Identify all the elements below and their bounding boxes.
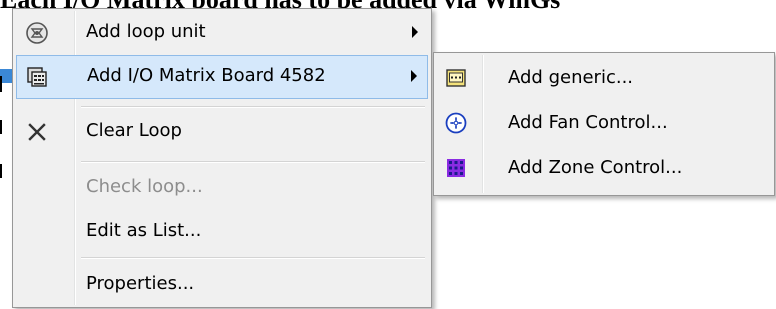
menu-item-edit-as-list[interactable]: Edit as List... bbox=[16, 210, 428, 254]
io-matrix-board-icon bbox=[25, 65, 51, 91]
menu-item-add-io-matrix-board[interactable]: Add I/O Matrix Board 4582 bbox=[16, 55, 428, 99]
loop-unit-icon bbox=[24, 20, 50, 46]
submenu-item-label: Add generic... bbox=[508, 67, 634, 88]
submenu-item-add-generic[interactable]: Add generic... bbox=[437, 56, 771, 100]
menu-separator bbox=[81, 161, 425, 163]
document-text-fragment bbox=[0, 76, 2, 92]
submenu-arrow-icon bbox=[412, 26, 418, 38]
menu-item-clear-loop[interactable]: Clear Loop bbox=[16, 110, 428, 154]
menu-separator bbox=[81, 257, 425, 259]
menu-item-label: Properties... bbox=[86, 273, 195, 294]
menu-item-properties[interactable]: Properties... bbox=[16, 263, 428, 307]
context-menu: Add loop unit Add I/O Matrix Board 4582 bbox=[12, 8, 432, 308]
fan-icon bbox=[445, 112, 467, 134]
submenu-item-label: Add Fan Control... bbox=[508, 112, 668, 133]
menu-item-label: Add I/O Matrix Board 4582 bbox=[87, 65, 326, 86]
menu-item-label: Add loop unit bbox=[86, 21, 206, 42]
submenu-item-label: Add Zone Control... bbox=[508, 157, 683, 178]
menu-item-label: Clear Loop bbox=[86, 120, 182, 141]
submenu-item-add-zone-control[interactable]: Add Zone Control... bbox=[437, 146, 771, 190]
zone-grid-icon bbox=[445, 157, 467, 179]
menu-item-add-loop-unit[interactable]: Add loop unit bbox=[16, 11, 428, 55]
document-text-fragment bbox=[0, 164, 2, 178]
document-edge bbox=[0, 28, 12, 309]
menu-item-label: Check loop... bbox=[86, 176, 203, 197]
menu-item-label: Edit as List... bbox=[86, 220, 202, 241]
io-matrix-submenu: Add generic... Add Fan Control... Add Zo… bbox=[433, 52, 775, 196]
generic-board-icon bbox=[445, 67, 467, 89]
menu-separator bbox=[81, 106, 425, 108]
clear-x-icon bbox=[24, 119, 50, 145]
menu-item-check-loop: Check loop... bbox=[16, 166, 428, 210]
document-text-fragment bbox=[0, 120, 2, 134]
submenu-item-add-fan-control[interactable]: Add Fan Control... bbox=[437, 101, 771, 145]
submenu-arrow-icon bbox=[411, 70, 417, 82]
